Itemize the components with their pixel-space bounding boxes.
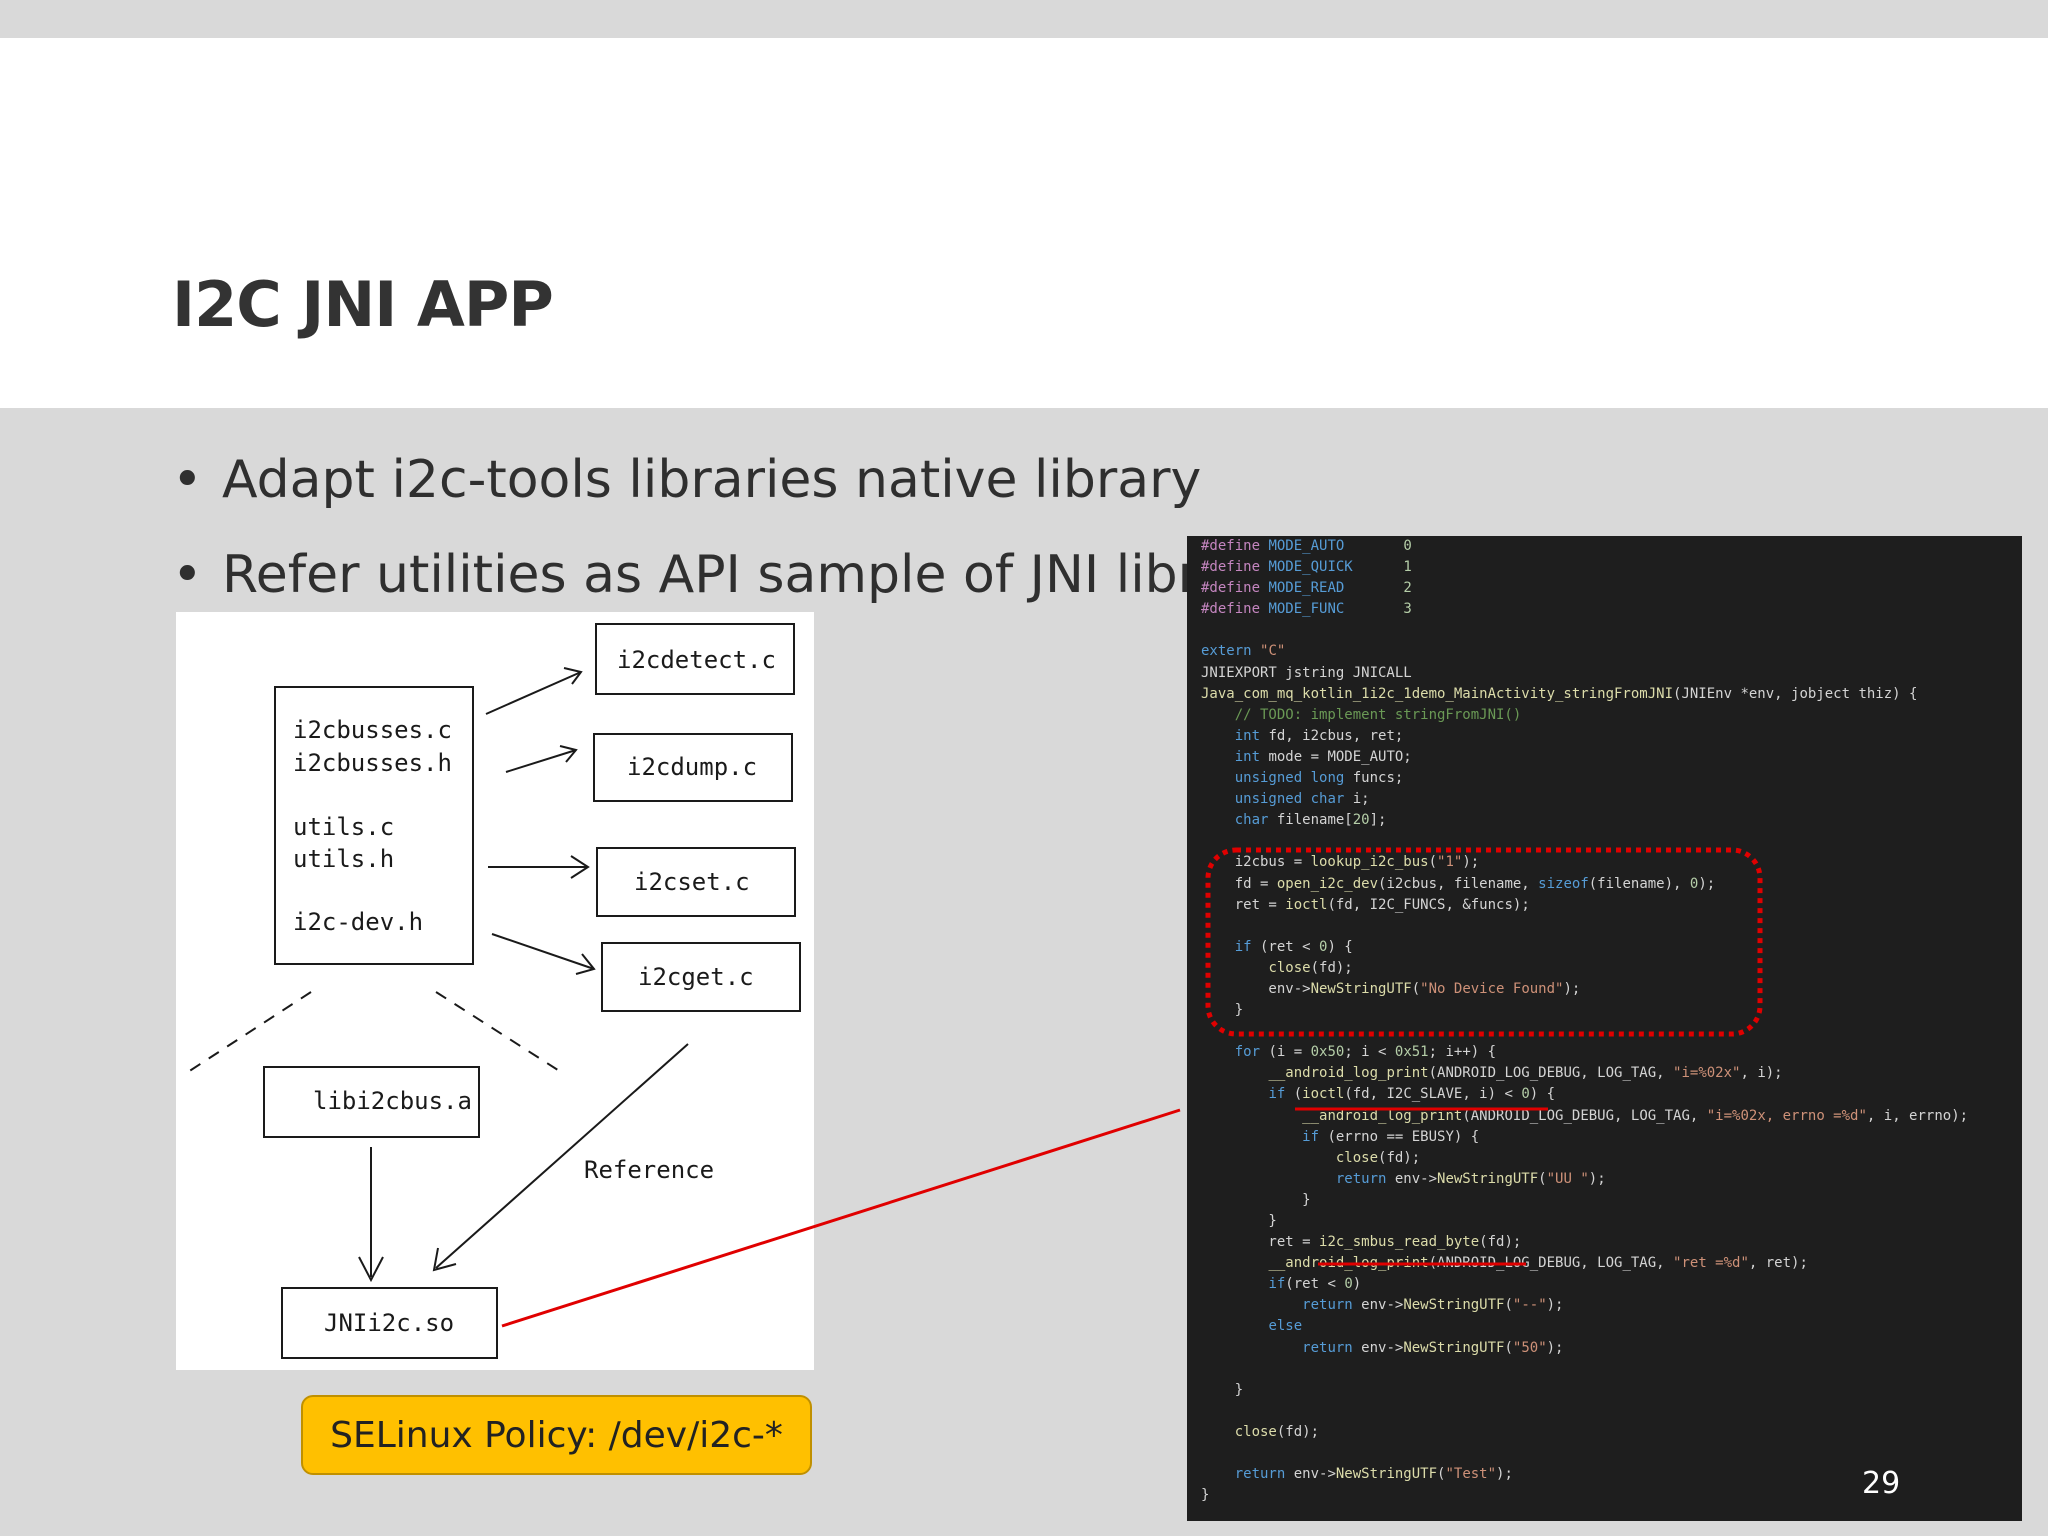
code-line: } — [1201, 1381, 1244, 1398]
code-line: close(fd); — [1234, 1423, 1320, 1440]
code-line: char filename[20]; — [1234, 812, 1387, 829]
code-line: #define MODE_AUTO 0 — [1201, 538, 1412, 554]
code-line: #define MODE_READ 2 — [1201, 580, 1412, 597]
code-line: else — [1268, 1318, 1303, 1335]
code-line: } — [1201, 1213, 1277, 1229]
left-box-line: i2cbusses.c — [293, 716, 452, 744]
code-line: env->NewStringUTF("No Device Found"); — [1201, 980, 1581, 997]
code-line: for (i = 0x50; i < 0x51; i++) { — [1234, 1044, 1497, 1061]
code-line: extern "C" — [1201, 643, 1286, 660]
arrow-to-i2cdetect — [485, 667, 583, 715]
jnii2c-so-label: JNIi2c.so — [324, 1309, 454, 1337]
bullet-text: Refer utilities as API sample of JNI lib… — [222, 545, 1284, 605]
i2cdump-label: i2cdump.c — [627, 753, 757, 781]
code-line: int fd, i2cbus, ret; — [1234, 727, 1404, 744]
code-line: ret = i2c_smbus_read_byte(fd); — [1201, 1234, 1522, 1251]
arrow-to-i2cget — [491, 933, 596, 975]
title-band — [0, 38, 2048, 408]
i2cset-label: i2cset.c — [634, 868, 750, 896]
page-number: 29 — [1862, 1466, 1901, 1501]
code-line: close(fd); — [1268, 959, 1353, 976]
code-line: close(fd); — [1335, 1149, 1421, 1166]
code-line: return env->NewStringUTF("UU "); — [1335, 1170, 1606, 1187]
dashed-line-right — [435, 991, 562, 1073]
code-line: return env->NewStringUTF("50"); — [1302, 1339, 1564, 1356]
code-line: unsigned long funcs; — [1234, 770, 1404, 787]
code-line: if (errno == EBUSY) { — [1302, 1128, 1480, 1145]
code-line: #define MODE_QUICK 1 — [1201, 559, 1412, 576]
code-line: if (ioctl(fd, I2C_SLAVE, i) < 0) { — [1268, 1086, 1556, 1103]
code-line: if(ret < 0) — [1268, 1276, 1362, 1293]
selinux-policy-callout: SELinux Policy: /dev/i2c-* — [301, 1395, 812, 1475]
dashed-line-left — [187, 991, 312, 1073]
arrow-lib-to-so — [358, 1147, 384, 1283]
code-line: #define MODE_FUNC 3 — [1201, 601, 1412, 618]
bullet-dot-icon: • — [172, 545, 203, 605]
code-line: // TODO: implement stringFromJNI() — [1201, 706, 1522, 723]
bullet-dot-icon: • — [172, 450, 203, 510]
code-line: JNIEXPORT jstring JNICALL — [1201, 664, 1412, 681]
arrow-to-i2cdump — [505, 745, 578, 773]
code-line: unsigned char i; — [1234, 791, 1370, 808]
code-line: i2cbus = lookup_i2c_bus("1"); — [1201, 854, 1480, 871]
code-line: fd = open_i2c_dev(i2cbus, filename, size… — [1201, 875, 1716, 892]
bullet-text: Adapt i2c-tools libraries native library — [222, 450, 1202, 510]
left-box-line: utils.h — [293, 845, 394, 873]
code-block: #define MODE_AUTO 0 #define MODE_QUICK 1 #… — [1187, 536, 2022, 1506]
arrow-to-i2cset — [488, 855, 590, 879]
code-line: __android_log_print(ANDROID_LOG_DEBUG, L… — [1268, 1065, 1783, 1082]
left-box-line: i2cbusses.h — [293, 749, 452, 777]
left-box-line: utils.c — [293, 813, 394, 841]
bullet-item: • Adapt i2c-tools libraries native librar… — [172, 450, 1201, 510]
code-line: __android_log_print(ANDROID_LOG_DEBUG, L… — [1302, 1107, 1969, 1124]
code-line: __android_log_print(ANDROID_LOG_DEBUG, L… — [1268, 1255, 1808, 1272]
code-line: int mode = MODE_AUTO; — [1234, 748, 1412, 765]
code-line: } — [1201, 1002, 1244, 1019]
i2cget-label: i2cget.c — [638, 963, 754, 991]
code-line: } — [1201, 1191, 1311, 1208]
code-line: if (ret < 0) { — [1234, 938, 1353, 955]
code-screenshot: #define MODE_AUTO 0 #define MODE_QUICK 1 #… — [1187, 536, 2022, 1521]
libi2cbus-label: libi2cbus.a — [313, 1087, 472, 1115]
code-line: return env->NewStringUTF("--"); — [1302, 1297, 1564, 1314]
code-line: Java_com_mq_kotlin_1i2c_1demo_MainActivi… — [1201, 685, 1918, 702]
reference-label: Reference — [584, 1156, 714, 1184]
architecture-diagram: i2cbusses.c i2cbusses.h utils.c utils.h … — [176, 612, 814, 1370]
top-bar — [0, 0, 2048, 38]
left-box-line: i2c-dev.h — [293, 908, 423, 936]
code-line: ret = ioctl(fd, I2C_FUNCS, &funcs); — [1201, 896, 1530, 913]
slide-title: I2C JNI APP — [172, 268, 554, 341]
bullet-item: • Refer utilities as API sample of JNI li… — [172, 545, 1283, 605]
i2cdetect-label: i2cdetect.c — [617, 646, 776, 674]
